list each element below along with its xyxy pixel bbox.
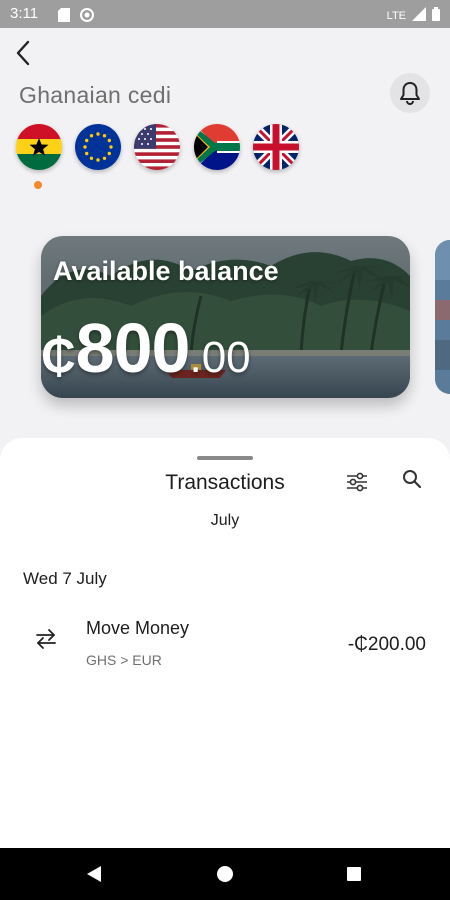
status-bar: 3:11 LTE <box>0 0 450 28</box>
battery-icon <box>432 7 440 24</box>
flag-usa-button[interactable] <box>134 124 180 170</box>
flag-south-africa-icon <box>194 124 240 170</box>
nav-recents-button[interactable] <box>340 860 368 888</box>
flag-eu-icon <box>75 124 121 170</box>
bell-icon <box>400 82 420 105</box>
sd-card-icon <box>58 7 70 26</box>
square-recents-icon <box>347 867 361 881</box>
transaction-amount: -₵200.00 <box>347 634 426 655</box>
search-icon <box>403 470 422 489</box>
flag-uk-icon <box>253 124 299 170</box>
flag-south-africa-button[interactable] <box>194 124 240 170</box>
month-label: July <box>210 512 240 529</box>
balance-whole: 800 <box>75 309 191 387</box>
balance-label: Available balance <box>53 256 279 286</box>
signal-icon <box>412 7 426 24</box>
network-label: LTE <box>386 9 406 22</box>
filter-sliders-icon <box>347 472 367 492</box>
chevron-left-icon <box>16 40 30 66</box>
flag-eu-button[interactable] <box>75 124 121 170</box>
currency-title: Ghanaian cedi <box>19 82 172 108</box>
status-time: 3:11 <box>10 5 39 22</box>
back-button[interactable] <box>10 38 36 68</box>
next-card-image <box>435 240 450 394</box>
balance-amount: ₵800.00 <box>41 308 251 388</box>
filter-button[interactable] <box>343 468 371 496</box>
nav-back-button[interactable] <box>80 860 108 888</box>
transfer-arrows-icon <box>36 629 56 649</box>
balance-card[interactable]: Available balance ₵800.00 <box>41 236 410 398</box>
next-balance-card[interactable] <box>435 240 450 394</box>
transaction-detail: GHS > EUR <box>86 652 162 668</box>
transactions-title: Transactions <box>165 471 285 494</box>
circle-home-icon <box>217 866 233 882</box>
transaction-row[interactable]: Move Money GHS > EUR -₵200.00 <box>0 612 450 676</box>
nav-home-button[interactable] <box>211 860 239 888</box>
system-nav-bar <box>0 848 450 900</box>
selected-indicator-dot <box>34 181 42 189</box>
transactions-sheet: Transactions July Wed 7 July Move Money … <box>0 438 450 848</box>
balance-decimal: .00 <box>189 333 251 382</box>
flag-ghana-icon <box>16 124 62 170</box>
flag-usa-icon <box>134 124 180 170</box>
date-header: Wed 7 July <box>23 569 107 588</box>
flag-uk-button[interactable] <box>253 124 299 170</box>
notifications-button[interactable] <box>390 73 430 113</box>
sheet-drag-handle[interactable] <box>197 456 253 460</box>
currency-symbol: ₵ <box>41 330 76 383</box>
triangle-back-icon <box>87 866 101 882</box>
status-right: LTE <box>387 7 440 24</box>
search-button[interactable] <box>398 465 426 493</box>
sync-icon <box>80 7 94 26</box>
transaction-name: Move Money <box>86 618 190 638</box>
flag-ghana-button[interactable] <box>16 124 62 170</box>
